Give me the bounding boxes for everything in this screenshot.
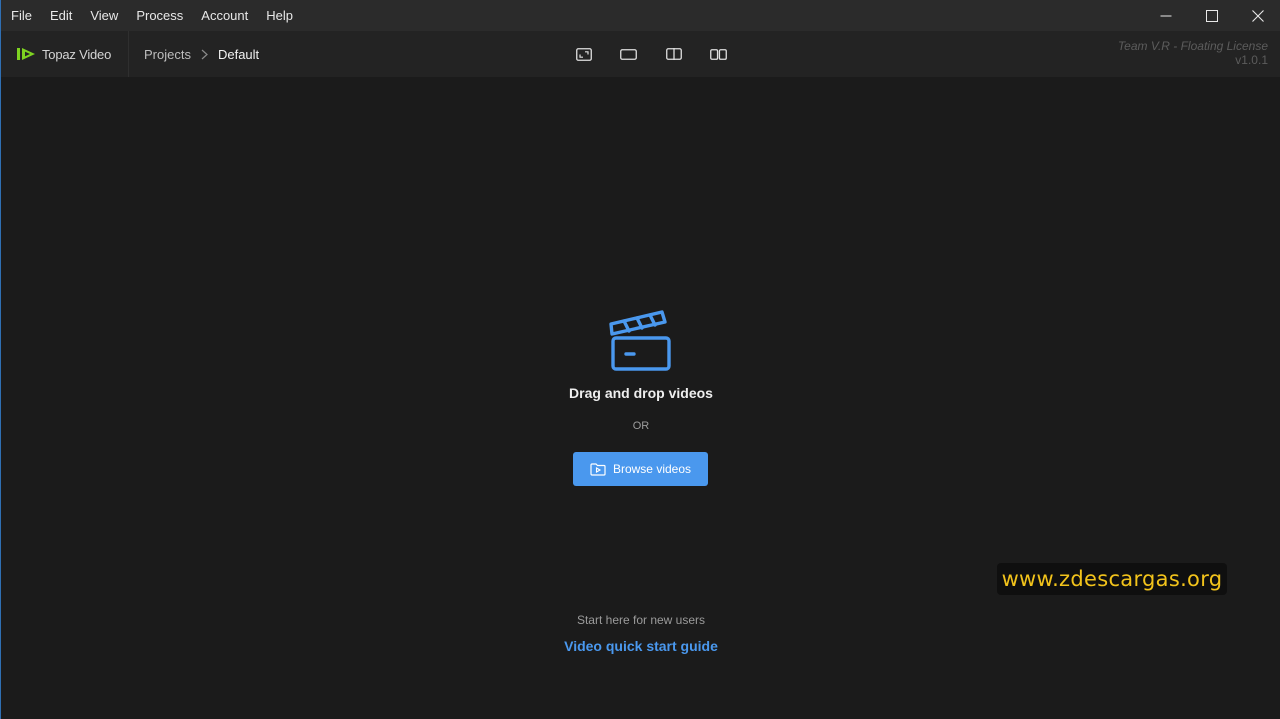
menu-help[interactable]: Help [257, 0, 302, 31]
menu-file[interactable]: File [1, 0, 41, 31]
menu-process[interactable]: Process [127, 0, 192, 31]
folder-video-icon [590, 462, 606, 476]
menu-account[interactable]: Account [192, 0, 257, 31]
chevron-right-icon [201, 49, 208, 60]
browse-videos-button[interactable]: Browse videos [573, 452, 708, 486]
menu-edit[interactable]: Edit [41, 0, 81, 31]
split-view-icon [665, 48, 682, 60]
side-by-side-view-icon [710, 48, 727, 60]
or-separator: OR [632, 420, 650, 432]
browse-videos-label: Browse videos [612, 462, 692, 476]
maximize-icon [1206, 9, 1218, 22]
topaz-play-icon [17, 48, 35, 60]
view-mode-single-button[interactable] [606, 31, 651, 77]
license-text: Team V.R - Floating License [1117, 39, 1268, 53]
single-view-icon [620, 48, 637, 60]
version-text: v1.0.1 [1235, 53, 1268, 67]
breadcrumb-projects[interactable]: Projects [144, 47, 191, 62]
brand-logo: Topaz Video [1, 31, 129, 77]
minimize-button[interactable] [1143, 0, 1189, 31]
single-view-crop-icon [575, 47, 592, 61]
breadcrumb-current-project[interactable]: Default [218, 47, 259, 62]
clapperboard-icon [609, 310, 671, 371]
video-drop-zone[interactable]: Drag and drop videos OR Browse videos St… [1, 77, 1280, 719]
close-button[interactable] [1235, 0, 1280, 31]
watermark: www.zdescargas.org [997, 563, 1227, 595]
breadcrumb: Projects Default [144, 31, 259, 77]
app-window: File Edit View Process Account Help Topa… [0, 0, 1280, 719]
license-info: Team V.R - Floating License v1.0.1 [1118, 39, 1268, 67]
brand-name: Topaz Video [42, 46, 112, 62]
app-header: Topaz Video Projects Default Team V.R - … [1, 31, 1280, 77]
menu-view[interactable]: View [81, 0, 127, 31]
drop-title: Drag and drop videos [569, 385, 713, 401]
maximize-button[interactable] [1189, 0, 1235, 31]
start-hint: Start here for new users [576, 613, 706, 627]
menu-bar: File Edit View Process Account Help [1, 0, 1280, 31]
view-mode-side-by-side-button[interactable] [696, 31, 741, 77]
view-mode-toolbar [561, 31, 741, 77]
close-icon [1252, 9, 1264, 22]
window-controls [1143, 0, 1280, 31]
quick-start-guide-link[interactable]: Video quick start guide [1, 638, 1280, 654]
view-mode-crop-button[interactable] [561, 31, 606, 77]
minimize-icon [1160, 15, 1172, 16]
view-mode-split-button[interactable] [651, 31, 696, 77]
